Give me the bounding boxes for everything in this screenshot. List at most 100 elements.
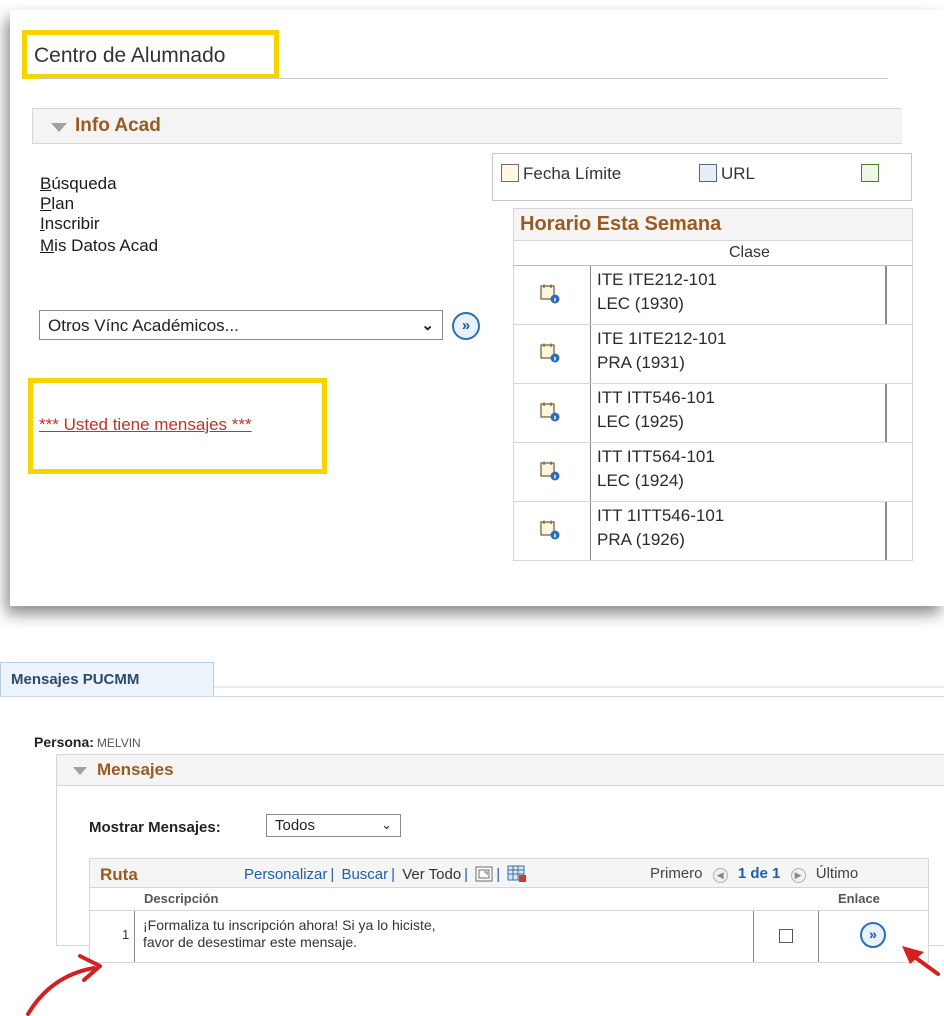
calendar-info-icon — [501, 164, 519, 182]
class-section: PRA (1926) — [597, 530, 685, 549]
messages-link[interactable]: *** Usted tiene mensajes *** — [39, 415, 252, 435]
other-links-select-value: Otros Vínc Académicos... — [48, 316, 239, 335]
grid-title: Ruta — [100, 865, 138, 884]
student-center-panel: Centro de Alumnado Info Acad Búsqueda Pl… — [10, 10, 944, 606]
checklist-icon — [861, 164, 879, 182]
schedule-row: ITT ITT564-101 LEC (1924) — [513, 443, 913, 502]
grid-tools: Personalizar | Buscar | Ver Todo | | — [244, 865, 527, 883]
schedule-icon-cell — [514, 502, 591, 560]
view-all-link[interactable]: Ver Todo — [402, 866, 461, 883]
calendar-info-icon[interactable] — [540, 461, 560, 481]
title-divider — [38, 78, 888, 79]
page-indicator: 1 de 1 — [737, 865, 781, 882]
messages-panel: Mensajes PUCMM Persona: MELVIN Mensajes M… — [0, 622, 944, 1016]
class-section: LEC (1924) — [597, 471, 684, 490]
messages-grid: Ruta Personalizar | Buscar | Ver Todo | | P… — [89, 858, 929, 963]
schedule-row: ITT ITT546-101 LEC (1925) — [513, 384, 913, 443]
schedule-row: ITT 1ITT546-101 PRA (1926) — [513, 502, 913, 561]
url-label: URL — [721, 164, 756, 183]
first-link[interactable]: Primero — [650, 865, 703, 882]
go-arrow-icon[interactable]: » — [452, 312, 480, 340]
message-line-2: favor de desestimar este mensaje. — [143, 934, 357, 950]
row-divider — [885, 266, 887, 324]
download-grid-icon[interactable] — [507, 865, 527, 883]
tab-divider — [0, 696, 944, 697]
class-code: ITE 1ITE212-101 — [597, 329, 727, 348]
annotation-arrow-icon — [902, 946, 940, 976]
checklist-button[interactable] — [861, 164, 883, 184]
next-page-icon[interactable]: ▶ — [790, 868, 806, 883]
schedule-icon-cell — [514, 443, 591, 501]
show-messages-value: Todos — [275, 817, 316, 834]
persona-line: Persona: MELVIN — [34, 734, 141, 750]
show-messages-select[interactable]: Todos ⌄ — [266, 814, 401, 837]
collapse-triangle-icon[interactable] — [73, 767, 87, 775]
schedule-icon-cell — [514, 325, 591, 383]
message-checkbox[interactable] — [779, 929, 793, 943]
schedule-row: ITE ITE212-101 LEC (1930) — [513, 266, 913, 325]
calendar-info-icon[interactable] — [540, 520, 560, 540]
deadline-label: Fecha Límite — [523, 164, 622, 183]
grid-column-headers: Descripción Enlace — [89, 888, 929, 911]
url-icon — [699, 164, 717, 182]
link-column-header[interactable]: Enlace — [838, 891, 880, 906]
tab-strip-line — [214, 686, 944, 688]
schedule-class-text: ITT ITT564-101 LEC (1924) — [597, 445, 715, 493]
academic-links: Búsqueda Plan Inscribir Mis Datos Acad — [40, 172, 158, 258]
other-links-select[interactable]: Otros Vínc Académicos... ⌄ — [39, 310, 443, 340]
class-code: ITT ITT546-101 — [597, 388, 715, 407]
class-section: LEC (1930) — [597, 294, 684, 313]
schedule-column-header: Clase — [513, 240, 913, 266]
message-line-1: ¡Formaliza tu inscripción ahora! Si ya l… — [143, 917, 436, 933]
calendar-info-icon[interactable] — [540, 284, 560, 304]
weekly-schedule: Horario Esta Semana Clase ITE ITE212-101… — [513, 208, 913, 561]
link-mis-datos-acad[interactable]: Mis Datos Acad — [40, 234, 158, 258]
class-section: PRA (1931) — [597, 353, 685, 372]
class-section: LEC (1925) — [597, 412, 684, 431]
row-number: 1 — [122, 927, 130, 942]
chevron-down-icon: ⌄ — [421, 317, 434, 334]
persona-label: Persona: — [34, 734, 94, 750]
schedule-row: ITE 1ITE212-101 PRA (1931) — [513, 325, 913, 384]
show-messages-label: Mostrar Mensajes: — [89, 819, 221, 836]
tab-mensajes-pucmm[interactable]: Mensajes PUCMM — [0, 662, 214, 696]
class-column-label: Clase — [729, 244, 770, 261]
calendar-info-icon[interactable] — [540, 343, 560, 363]
annotation-curve-arrow-icon — [26, 954, 102, 1016]
url-button[interactable]: URL — [699, 164, 755, 184]
deadline-button[interactable]: Fecha Límite — [501, 164, 621, 184]
schedule-title: Horario Esta Semana — [513, 208, 913, 240]
message-description: ¡Formaliza tu inscripción ahora! Si ya l… — [134, 911, 754, 962]
schedule-icon-cell — [514, 266, 591, 324]
row-divider — [885, 502, 887, 560]
checkbox-cell — [754, 911, 819, 962]
grid-header: Ruta Personalizar | Buscar | Ver Todo | | P… — [89, 858, 929, 888]
table-row: 1 ¡Formaliza tu inscripción ahora! Si ya… — [89, 911, 929, 963]
chevron-down-icon: ⌄ — [381, 817, 392, 832]
schedule-icon-cell — [514, 384, 591, 442]
customize-link[interactable]: Personalizar — [244, 866, 327, 883]
mensajes-section-header[interactable]: Mensajes — [56, 754, 944, 786]
schedule-class-text: ITT ITT546-101 LEC (1925) — [597, 386, 715, 434]
persona-value: MELVIN — [96, 736, 141, 750]
class-code: ITT ITT564-101 — [597, 447, 715, 466]
schedule-class-text: ITE ITE212-101 LEC (1930) — [597, 268, 717, 316]
title-highlight-box — [22, 30, 279, 79]
class-code: ITT 1ITT546-101 — [597, 506, 725, 525]
info-acad-section-header[interactable]: Info Acad — [32, 108, 902, 144]
row-divider — [885, 384, 887, 442]
description-column-header[interactable]: Descripción — [144, 891, 218, 906]
link-inscribir[interactable]: Inscribir — [40, 212, 158, 236]
grid-pagination: Primero ◀ 1 de 1 ▶ Último — [650, 865, 858, 883]
go-arrow-icon[interactable]: » — [860, 922, 886, 948]
section-title: Info Acad — [75, 115, 161, 136]
schedule-class-text: ITT 1ITT546-101 PRA (1926) — [597, 504, 724, 552]
last-link[interactable]: Último — [816, 865, 859, 882]
calendar-info-icon[interactable] — [540, 402, 560, 422]
collapse-triangle-icon[interactable] — [51, 123, 67, 132]
prev-page-icon[interactable]: ◀ — [712, 868, 728, 883]
mensajes-section-title: Mensajes — [97, 760, 174, 779]
search-link[interactable]: Buscar — [341, 866, 388, 883]
class-code: ITE ITE212-101 — [597, 270, 718, 289]
zoom-icon[interactable] — [475, 866, 493, 882]
